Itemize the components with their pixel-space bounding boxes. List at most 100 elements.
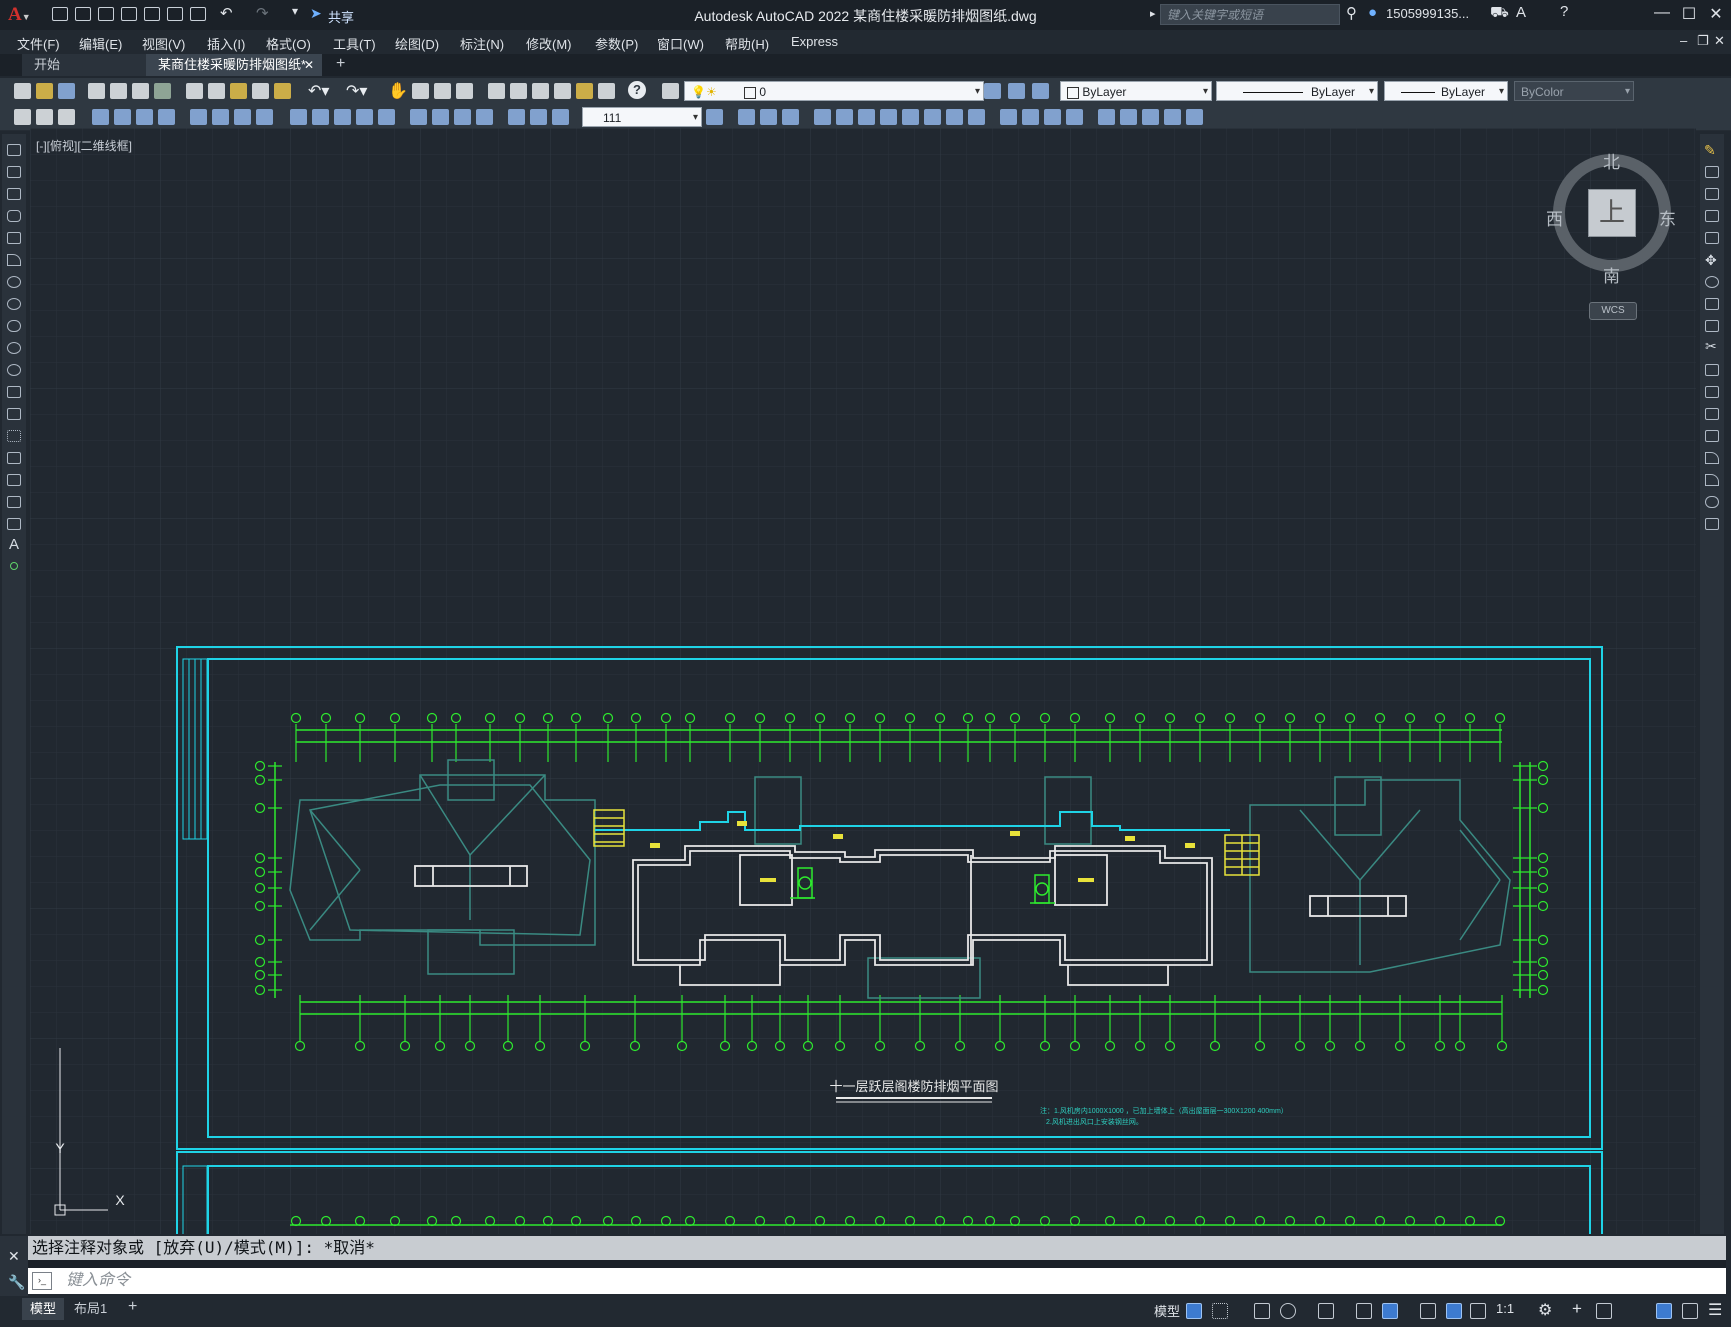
break-icon[interactable] [1705, 408, 1719, 420]
arc-icon[interactable] [7, 254, 21, 266]
move-icon[interactable]: ✥ [1705, 252, 1717, 269]
plot-icon[interactable] [88, 83, 105, 99]
jogged-linear-icon[interactable] [476, 109, 493, 125]
insert-block-icon[interactable] [7, 386, 21, 398]
cut-icon[interactable] [186, 83, 203, 99]
menu-file[interactable]: 文件(F) [17, 34, 60, 53]
doc-close-button[interactable]: ✕ [1714, 33, 1725, 49]
jogged-dim-icon[interactable] [212, 109, 229, 125]
tab-start[interactable]: 开始 [22, 54, 146, 76]
make-current-icon[interactable] [984, 83, 1001, 99]
add-selected-icon[interactable] [10, 562, 18, 570]
help-icon[interactable]: ? [628, 81, 646, 99]
wrench-icon[interactable]: 🔧 [8, 1274, 25, 1291]
design-center-icon[interactable] [510, 83, 527, 99]
drawing-svg[interactable]: 十一层跃层阁楼防排烟平面图 注：1.风机房内1000X1000 ，已加上墙体上（… [30, 128, 1696, 1234]
menu-format[interactable]: 格式(O) [266, 34, 311, 53]
hatch-icon[interactable] [7, 452, 21, 464]
menu-tools[interactable]: 工具(T) [333, 34, 376, 53]
minimize-button[interactable]: — [1652, 4, 1672, 22]
3dprint-icon[interactable] [154, 83, 171, 99]
zoom-realtime-icon[interactable] [412, 83, 429, 99]
block-icon[interactable] [1120, 109, 1137, 125]
search-expand-icon[interactable]: ▸ [1150, 7, 1156, 20]
maximize-button[interactable]: ☐ [1679, 4, 1699, 24]
hardware-acceleration-icon[interactable] [1656, 1303, 1672, 1319]
table-icon[interactable] [7, 518, 21, 530]
object-snap-tracking-icon[interactable] [1356, 1303, 1372, 1319]
revcloud-icon[interactable] [7, 298, 21, 310]
menu-icon[interactable]: ☰ [1708, 1300, 1722, 1320]
user-name[interactable]: 1505999135... [1386, 6, 1469, 21]
offset-icon[interactable] [814, 109, 831, 125]
menu-dimension[interactable]: 标注(N) [460, 34, 504, 53]
tab-layout1[interactable]: 布局1 [66, 1298, 115, 1320]
menu-modify[interactable]: 修改(M) [526, 34, 572, 53]
layer-dropdown[interactable]: 💡☀ 0 ▾ [684, 81, 984, 101]
tab-drawing[interactable]: 某商住楼采暖防排烟图纸* ✕ [146, 54, 322, 76]
add-layout-button[interactable]: + [128, 1298, 137, 1316]
dim-update-icon[interactable] [552, 109, 569, 125]
point-icon[interactable] [7, 430, 21, 442]
open-icon[interactable] [36, 83, 53, 99]
search-icon[interactable]: ⚲ [1346, 4, 1357, 22]
object-snap-icon[interactable] [1382, 1303, 1398, 1319]
viewcube-north[interactable]: 北 [1603, 148, 1620, 173]
gradient-icon[interactable] [7, 474, 21, 486]
rotate-icon[interactable] [1705, 276, 1719, 288]
viewcube-west[interactable]: 西 [1546, 205, 1563, 230]
search-input[interactable]: 键入关键字或短语 [1160, 4, 1340, 25]
menu-insert[interactable]: 插入(I) [207, 34, 245, 53]
aligned-dim-icon[interactable] [114, 109, 131, 125]
ellipse-arc-icon[interactable] [7, 364, 21, 376]
publish-icon[interactable] [132, 83, 149, 99]
layer-states-icon[interactable] [1032, 83, 1049, 99]
extend-icon[interactable] [968, 109, 985, 125]
layer-properties-icon[interactable] [662, 83, 679, 99]
undo-icon[interactable]: ↶▾ [308, 81, 329, 101]
trim-icon[interactable]: ✂ [1705, 338, 1717, 355]
command-input[interactable]: 键入命令 [28, 1268, 1726, 1294]
radius-dim-icon[interactable] [190, 109, 207, 125]
dim-break-icon[interactable] [378, 109, 395, 125]
mtext-icon[interactable]: A [9, 536, 19, 553]
plus-icon[interactable]: + [1572, 1299, 1582, 1319]
construction-line-icon[interactable] [7, 166, 21, 178]
redo-icon[interactable]: ↷▾ [346, 81, 367, 101]
dimstyle-dropdown[interactable]: 111 ▾ [582, 107, 702, 127]
quickcalc-icon[interactable] [598, 83, 615, 99]
save-icon[interactable] [98, 7, 114, 21]
erase-icon[interactable]: ✎ [1704, 142, 1716, 159]
linear-dim-icon[interactable] [92, 109, 109, 125]
snap-icon[interactable] [1212, 1303, 1228, 1319]
redo-icon[interactable]: ↷ [256, 4, 269, 22]
center-mark-icon[interactable] [432, 109, 449, 125]
help-icon[interactable]: ? [1560, 3, 1568, 20]
explode-icon[interactable] [1098, 109, 1115, 125]
offset-icon[interactable] [1705, 210, 1719, 222]
linetype-dropdown[interactable]: ByLayer ▾ [1216, 81, 1378, 101]
fillet-icon[interactable] [1066, 109, 1083, 125]
preview-icon[interactable] [110, 83, 127, 99]
plotstyle-dropdown[interactable]: ByColor ▾ [1514, 81, 1634, 101]
line-icon[interactable] [7, 144, 21, 156]
scale-icon[interactable] [902, 109, 919, 125]
layers-icon[interactable] [58, 109, 75, 125]
join-icon[interactable] [1022, 109, 1039, 125]
new-file-icon[interactable] [52, 7, 68, 21]
match-properties-icon[interactable] [252, 83, 269, 99]
scale-icon[interactable] [1705, 298, 1719, 310]
arc-length-icon[interactable] [136, 109, 153, 125]
circle-icon[interactable] [7, 276, 21, 288]
rotate-icon[interactable] [880, 109, 897, 125]
viewcube-east[interactable]: 东 [1659, 205, 1676, 230]
menu-express[interactable]: Express [791, 34, 838, 49]
layer-previous-icon[interactable] [1008, 83, 1025, 99]
polyline-icon[interactable] [7, 188, 21, 200]
close-button[interactable]: ✕ [1706, 4, 1726, 24]
user-icon[interactable]: ● [1368, 4, 1377, 21]
zoom-previous-icon[interactable] [456, 83, 473, 99]
lineweight-icon[interactable] [1420, 1303, 1436, 1319]
copy-icon[interactable] [1705, 166, 1719, 178]
save-web-icon[interactable] [167, 7, 183, 21]
